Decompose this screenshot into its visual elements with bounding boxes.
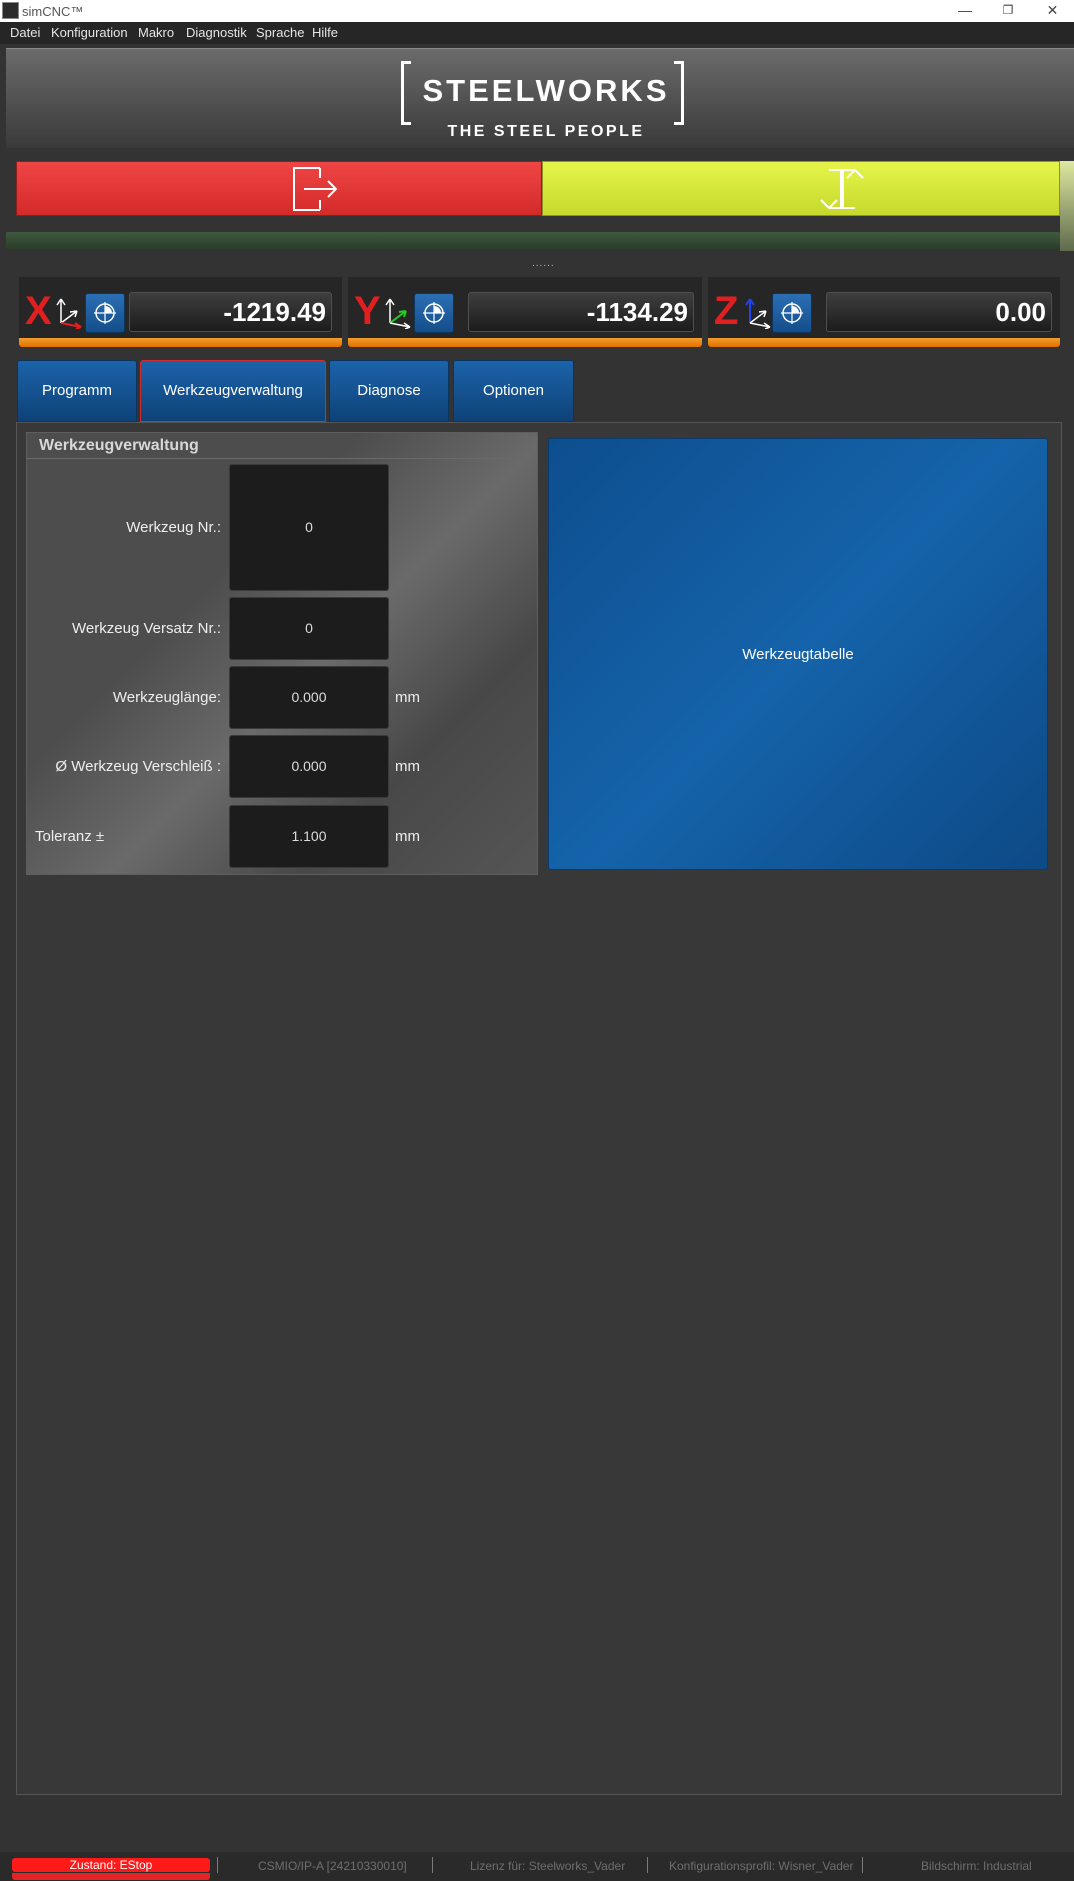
status-divider	[647, 1857, 648, 1873]
axis-letter-y: Y	[354, 289, 381, 333]
logo-left-bracket	[401, 61, 411, 125]
tool-length-field[interactable]: 0.000	[229, 666, 389, 729]
logo-banner: STEELWORKS THE STEEL PEOPLE	[6, 48, 1074, 148]
tolerance-label: Toleranz ±	[35, 828, 105, 845]
screen-info: Bildschirm: Industrial	[921, 1859, 1032, 1873]
y-status-bar	[348, 338, 702, 347]
dro-x: X -1219.49	[19, 277, 342, 347]
device-info: CSMIO/IP-A [24210330010]	[258, 1859, 407, 1873]
exit-icon	[293, 167, 338, 211]
tool-management-group: Werkzeugverwaltung Werkzeug Nr.: 0 Werkz…	[26, 432, 538, 875]
x-status-bar	[19, 338, 342, 347]
tab-programm[interactable]: Programm	[17, 360, 137, 422]
tab-werkzeugverwaltung[interactable]: Werkzeugverwaltung	[140, 360, 326, 422]
axis-letter-x: X	[25, 289, 52, 333]
menu-datei[interactable]: Datei	[10, 25, 40, 40]
machine-state-badge: Zustand: EStop	[12, 1858, 210, 1872]
x-axis-icon	[56, 298, 82, 329]
license-info: Lizenz für: Steelworks_Vader	[470, 1859, 626, 1873]
dro-z: Z 0.00	[708, 277, 1060, 347]
tool-table-button[interactable]: Werkzeugtabelle	[548, 438, 1048, 870]
axis-letter-z: Z	[714, 289, 739, 333]
logo-tagline: THE STEEL PEOPLE	[447, 123, 645, 140]
z-position-value: 0.00	[826, 292, 1052, 332]
tool-length-label: Werkzeuglänge:	[112, 689, 221, 706]
x-position-value: -1219.49	[129, 292, 332, 332]
tab-optionen[interactable]: Optionen	[453, 360, 574, 422]
tab-diagnose[interactable]: Diagnose	[329, 360, 449, 422]
zero-y-button[interactable]	[414, 293, 454, 333]
status-divider	[862, 1857, 863, 1873]
z-axis-icon	[745, 298, 771, 329]
menu-hilfe[interactable]: Hilfe	[312, 25, 338, 40]
profile-info: Konfigurationsprofil: Wisner_Vader	[669, 1859, 854, 1873]
status-divider	[217, 1857, 218, 1873]
z-status-bar	[708, 338, 1060, 347]
crosshair-icon	[94, 302, 116, 324]
tool-wear-field[interactable]: 0.000	[229, 735, 389, 798]
tool-number-field[interactable]: 0	[229, 464, 389, 591]
status-indicator-strip	[6, 232, 1060, 249]
menu-bar: Datei Konfiguration Makro Diagnostik Spr…	[0, 22, 1074, 44]
dro-y: Y -1134.29	[348, 277, 702, 347]
window-title: simCNC™	[22, 4, 84, 19]
app-icon	[2, 2, 19, 19]
tolerance-unit: mm	[395, 828, 420, 845]
toggle-machine-button[interactable]	[542, 161, 1060, 216]
tolerance-field[interactable]: 1.100	[229, 805, 389, 868]
tool-offset-label: Werkzeug Versatz Nr.:	[72, 620, 221, 637]
tool-wear-label: Ø Werkzeug Verschleiß :	[55, 758, 221, 775]
logo-brand: STEELWORKS	[422, 73, 670, 108]
estop-reset-button[interactable]	[16, 161, 542, 216]
y-position-value: -1134.29	[468, 292, 694, 332]
machine-state-underline	[12, 1873, 210, 1880]
minimize-button[interactable]: —	[942, 0, 988, 22]
title-bar: simCNC™ — ❐ ✕	[0, 0, 1074, 22]
tool-number-label: Werkzeug Nr.:	[126, 519, 221, 536]
panel-edge	[1060, 161, 1074, 251]
zero-z-button[interactable]	[772, 293, 812, 333]
y-axis-icon	[385, 298, 411, 329]
tool-length-unit: mm	[395, 689, 420, 706]
zero-x-button[interactable]	[85, 293, 125, 333]
crosshair-icon	[781, 302, 803, 324]
restore-button[interactable]: ❐	[985, 0, 1031, 22]
tool-offset-field[interactable]: 0	[229, 597, 389, 660]
menu-makro[interactable]: Makro	[138, 25, 174, 40]
group-title: Werkzeugverwaltung	[27, 433, 537, 459]
menu-sprache[interactable]: Sprache	[256, 25, 304, 40]
menu-diagnostik[interactable]: Diagnostik	[186, 25, 247, 40]
swap-arrows-icon	[820, 169, 864, 209]
tool-wear-unit: mm	[395, 758, 420, 775]
menu-konfiguration[interactable]: Konfiguration	[51, 25, 128, 40]
crosshair-icon	[423, 302, 445, 324]
status-divider	[432, 1857, 433, 1873]
close-button[interactable]: ✕	[1031, 0, 1074, 22]
status-bar: Zustand: EStop CSMIO/IP-A [24210330010] …	[0, 1852, 1074, 1881]
splitter-handle[interactable]: ......	[532, 258, 555, 269]
